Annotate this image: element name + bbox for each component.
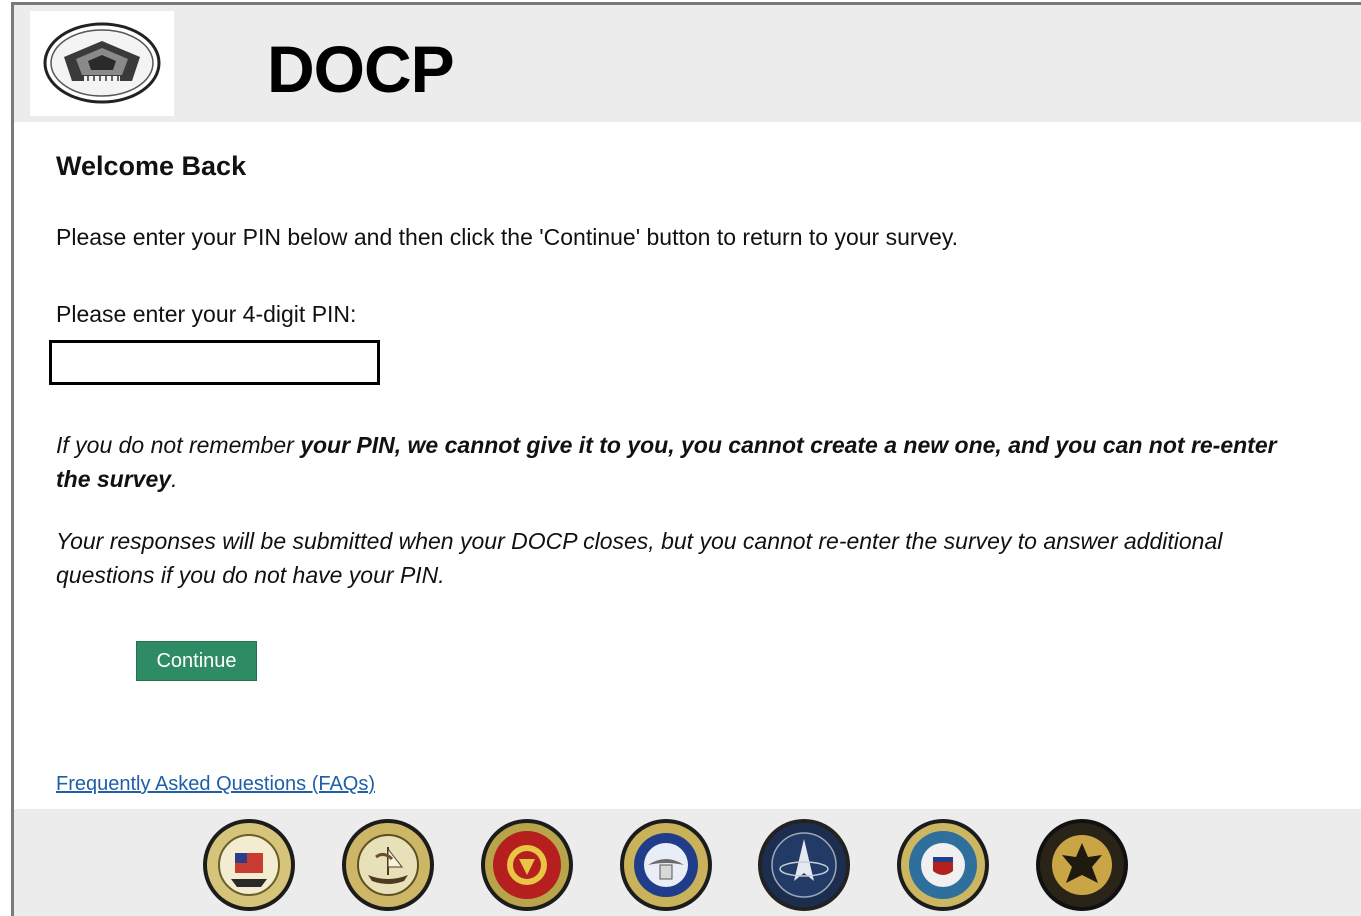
instructions-text: Please enter your PIN below and then cli… (56, 224, 959, 250)
space-force-seal-icon (758, 819, 850, 911)
coast-guard-seal-icon (897, 819, 989, 911)
air-force-seal-icon (620, 819, 712, 911)
pentagon-seal-icon (43, 22, 161, 104)
navy-seal-icon (342, 819, 434, 911)
footer-seals (14, 809, 1361, 916)
faq-link[interactable]: Frequently Asked Questions (FAQs) (56, 773, 375, 796)
pin-warning-lead: If you do not remember (56, 432, 301, 458)
app-title: DOCP (267, 32, 455, 106)
national-guard-seal-icon (1036, 819, 1128, 911)
pin-label: Please enter your 4-digit PIN: (56, 301, 357, 327)
pin-warning: If you do not remember your PIN, we cann… (56, 428, 1316, 496)
logo-box (30, 11, 174, 116)
header: DOCP (14, 5, 1361, 122)
submission-note: Your responses will be submitted when yo… (56, 528, 1223, 588)
marine-corps-seal-icon (481, 819, 573, 911)
page-frame: DOCP Welcome Back Please enter your PIN … (11, 2, 1361, 916)
continue-button[interactable]: Continue (136, 641, 257, 681)
army-seal-icon (203, 819, 295, 911)
pin-warning-end: . (171, 466, 178, 492)
page-title: Welcome Back (56, 151, 247, 181)
pin-input[interactable] (49, 340, 380, 385)
